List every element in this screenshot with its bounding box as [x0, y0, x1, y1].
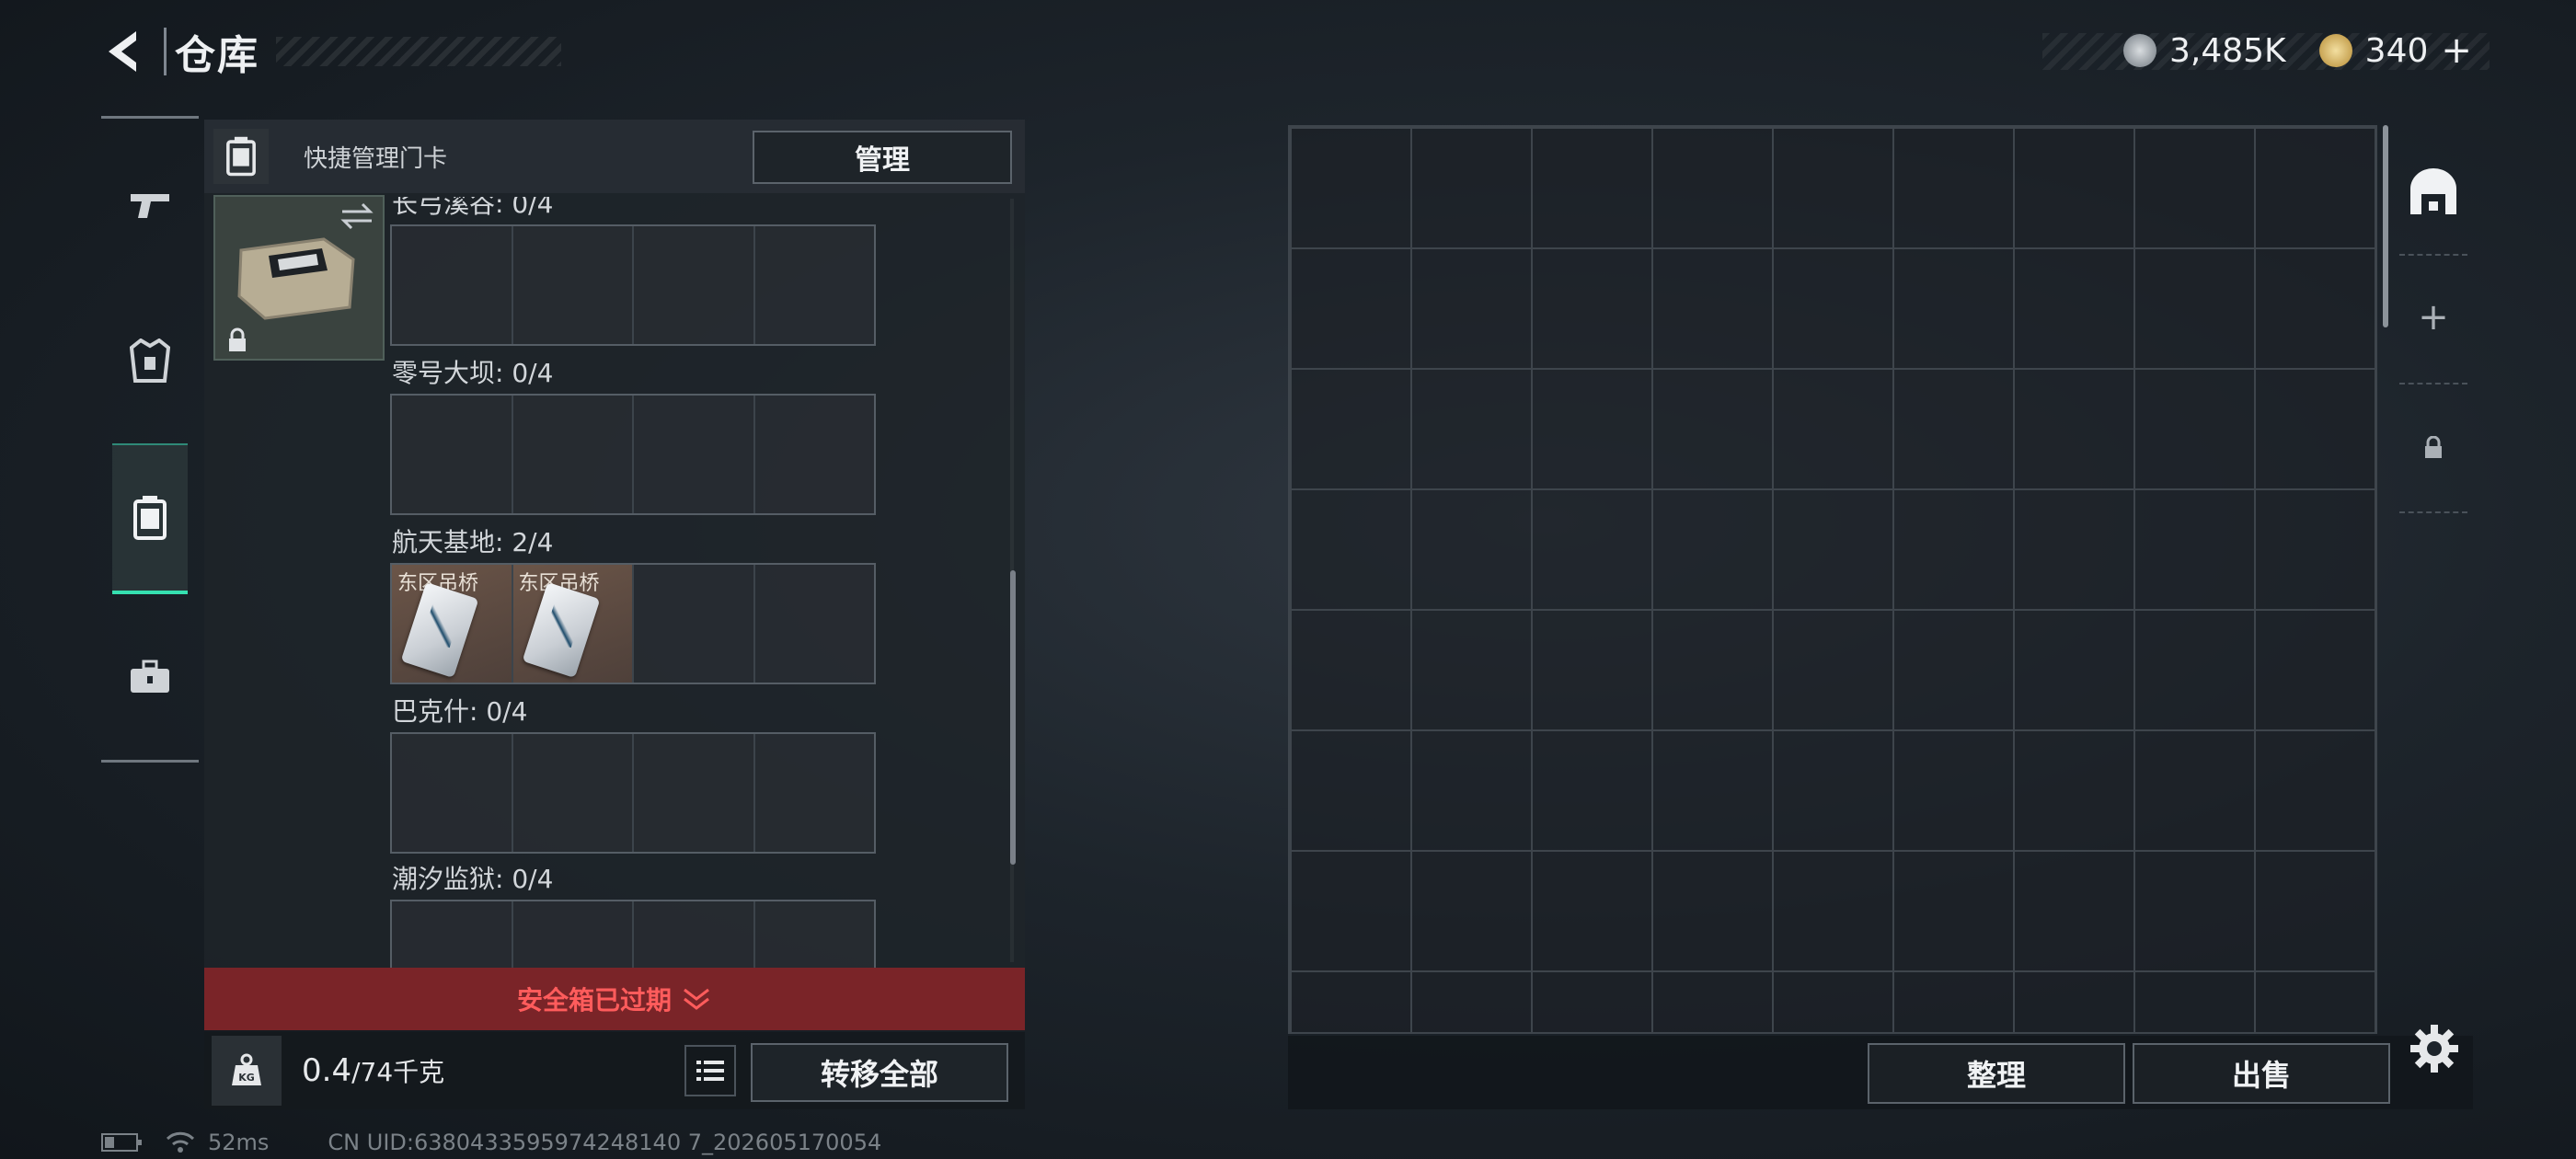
weight-value: 0.4	[302, 1052, 352, 1089]
keycard-slot-row	[390, 394, 876, 515]
ping-text: 52ms	[208, 1130, 270, 1155]
page-title: 仓库	[175, 32, 259, 79]
keycard-slot[interactable]: 东区吊桥	[392, 565, 513, 683]
keycard-slot[interactable]	[392, 226, 513, 344]
weapons-tab[interactable]	[112, 155, 188, 256]
toolbox-tab[interactable]	[112, 625, 188, 727]
add-stash-page-button[interactable]: +	[2399, 283, 2467, 351]
weight-readout: 0.4/74千克	[302, 1052, 444, 1089]
lock-icon	[229, 327, 246, 351]
nav-bottom-line	[101, 760, 199, 763]
keycard-slot-row	[390, 900, 876, 968]
manage-button[interactable]: 管理	[753, 131, 1012, 184]
sell-button[interactable]: 出售	[2133, 1043, 2390, 1104]
list-view-button[interactable]	[684, 1045, 736, 1096]
uid-text: CN UID:6380433595974248140 7_20260517005…	[328, 1130, 882, 1155]
tab-divider	[2399, 254, 2467, 258]
locked-stash-page[interactable]	[2399, 414, 2467, 482]
transfer-all-button[interactable]: 转移全部	[751, 1043, 1008, 1102]
swap-icon[interactable]	[339, 201, 375, 232]
silver-coin-icon	[2123, 34, 2156, 67]
tab-divider	[2399, 383, 2467, 386]
weight-capacity: /74千克	[351, 1057, 445, 1087]
wifi-icon	[166, 1131, 195, 1153]
header-separator	[164, 28, 167, 75]
keycard-slot-row	[390, 224, 876, 346]
section-label: 巴克什: 0/4	[392, 696, 528, 727]
expired-text: 安全箱已过期	[516, 985, 672, 1016]
gold-coin-icon	[2318, 34, 2352, 67]
keycard-case-icon	[213, 129, 269, 184]
add-currency-button[interactable]: +	[2441, 29, 2472, 72]
keycard-slot[interactable]	[512, 226, 634, 344]
armor-tab[interactable]	[112, 311, 188, 412]
currency-group: 3,485K 340 +	[2123, 29, 2472, 72]
back-arrow-icon[interactable]	[99, 26, 147, 77]
keycard-tab[interactable]	[112, 443, 188, 594]
lock-icon	[2425, 436, 2442, 458]
keycard-slot[interactable]	[634, 565, 755, 683]
list-icon	[696, 1061, 724, 1081]
weight-icon-label: KG	[238, 1072, 255, 1084]
gold-amount: 340	[2364, 31, 2429, 70]
keycard-slot[interactable]	[754, 901, 874, 968]
stash-scrollbar[interactable]	[2383, 125, 2388, 327]
keycard-slot[interactable]	[634, 734, 755, 852]
silver-amount: 3,485K	[2169, 31, 2286, 70]
sort-button[interactable]: 整理	[1868, 1043, 2125, 1104]
keycard-scrollbar[interactable]	[1010, 570, 1016, 865]
keycard-image	[400, 581, 479, 679]
keycard-slot-row: 东区吊桥 东区吊桥	[390, 563, 876, 684]
stash-grid[interactable]	[1288, 125, 2377, 1034]
nav-top-line	[101, 116, 199, 119]
keycard-slot[interactable]	[634, 901, 755, 968]
keycard-case-icon	[133, 496, 167, 540]
safe-box-expired-banner[interactable]: 安全箱已过期	[204, 968, 1025, 1030]
keycard-slot-row	[390, 732, 876, 854]
keycard-slot[interactable]	[392, 734, 513, 852]
settings-gear-icon[interactable]	[2409, 1023, 2460, 1074]
keycard-slot[interactable]	[392, 901, 513, 968]
title-decoration	[276, 37, 561, 66]
keycard-slot[interactable]	[754, 226, 874, 344]
keycard-slot[interactable]	[754, 565, 874, 683]
keycard-slot[interactable]	[392, 396, 513, 513]
keycard-slot[interactable]	[512, 396, 634, 513]
tab-divider	[2399, 511, 2467, 515]
quick-manage-label: 快捷管理门卡	[304, 145, 448, 173]
chevron-down-icon	[684, 988, 709, 1010]
keycard-case-image	[237, 237, 355, 320]
keycard-slot[interactable]	[512, 901, 634, 968]
keycard-case-slot[interactable]	[213, 195, 385, 361]
section-label: 零号大坝: 0/4	[392, 358, 554, 388]
armor-icon	[130, 339, 170, 383]
keycard-image	[522, 581, 600, 679]
keycard-slot[interactable]	[754, 734, 874, 852]
warehouse-icon	[2410, 168, 2456, 214]
gun-icon	[131, 194, 169, 218]
weight-icon: KG	[212, 1036, 282, 1106]
keycard-slot[interactable]: 东区吊桥	[512, 565, 634, 683]
section-label: 潮汐监狱: 0/4	[392, 864, 554, 894]
keycard-slot[interactable]	[634, 226, 755, 344]
keycard-slot[interactable]	[754, 396, 874, 513]
toolbox-icon	[131, 660, 169, 693]
status-bar: 52ms CN UID:6380433595974248140 7_202605…	[101, 1130, 881, 1155]
keycard-slot[interactable]	[634, 396, 755, 513]
section-label: 航天基地: 2/4	[392, 527, 554, 557]
stash-page-1[interactable]	[2399, 158, 2467, 228]
battery-icon	[101, 1133, 142, 1152]
keycard-slot[interactable]	[512, 734, 634, 852]
